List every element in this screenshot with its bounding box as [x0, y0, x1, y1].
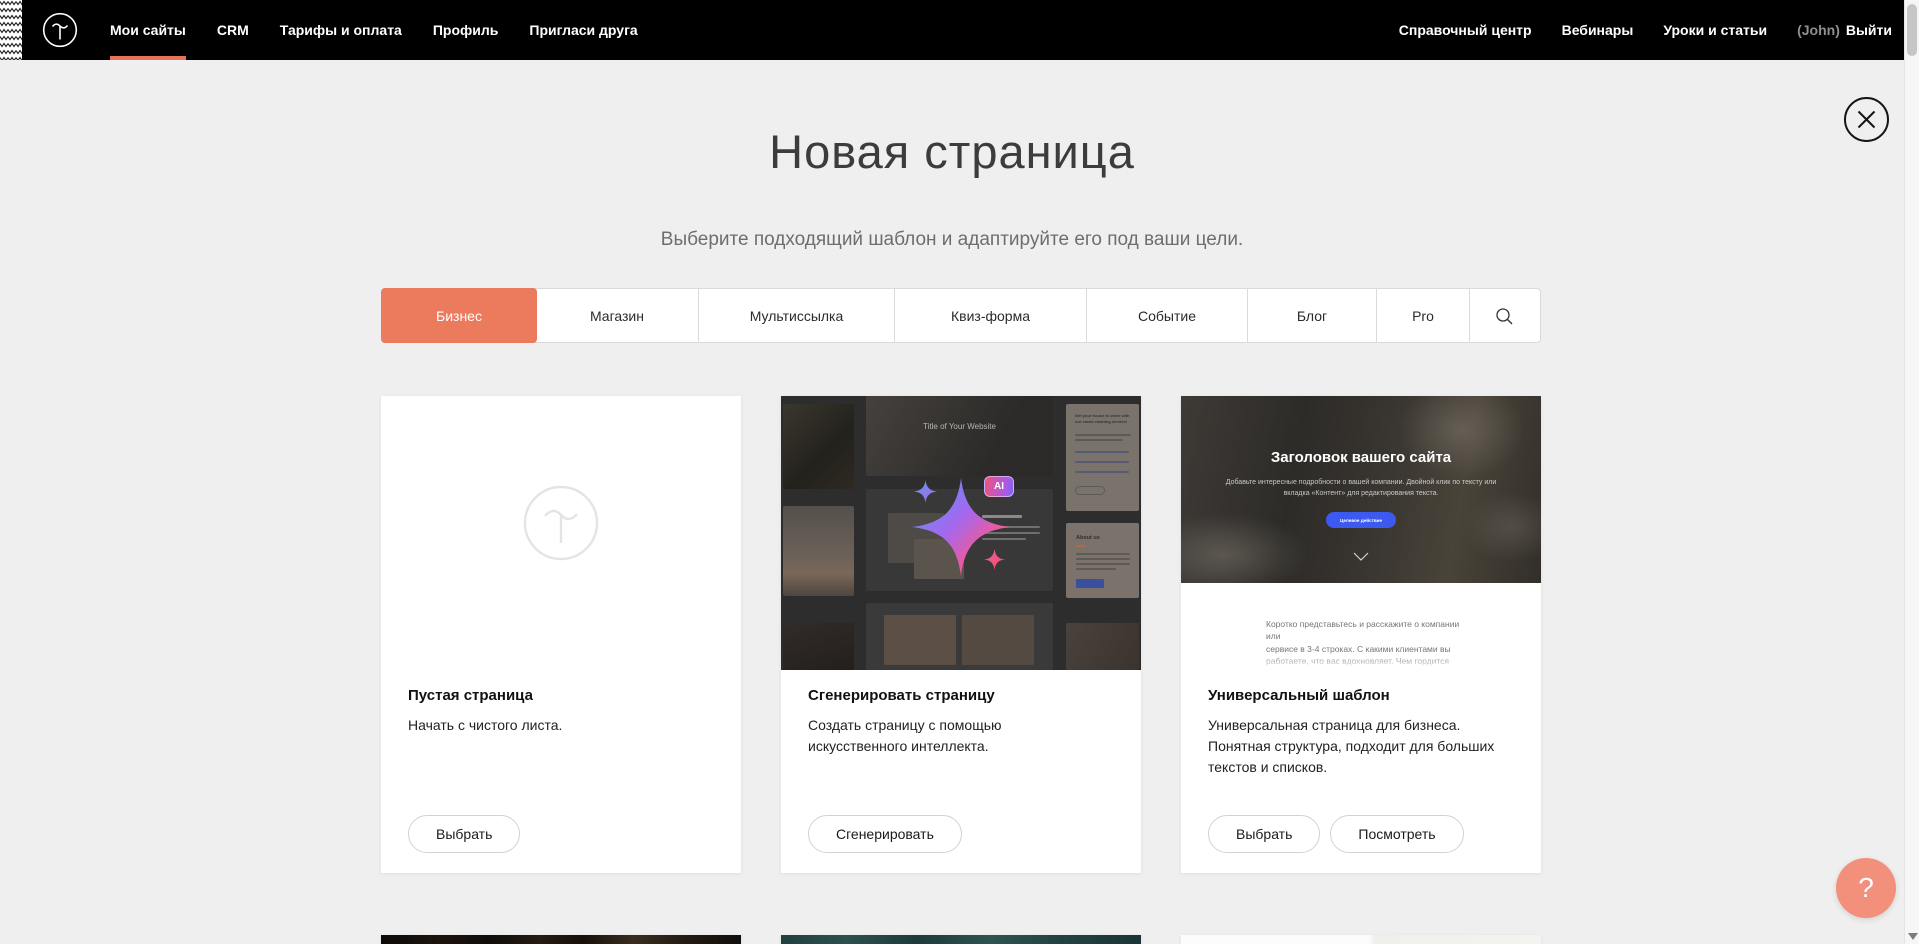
template-hero-image: Заголовок вашего сайта Добавьте интересн… [1181, 396, 1541, 583]
template-card-partial[interactable] [1181, 935, 1541, 944]
tab-search[interactable] [1469, 289, 1538, 342]
mosaic-tile [783, 404, 854, 489]
nav-item-invite-friend[interactable]: Пригласи друга [529, 0, 637, 60]
mosaic-tile-about: About us [1066, 523, 1139, 598]
top-navigation-bar: Мои сайты CRM Тарифы и оплата Профиль Пр… [0, 0, 1904, 60]
nav-item-lessons[interactable]: Уроки и статьи [1663, 0, 1767, 60]
tab-multilink[interactable]: Мультиссылка [698, 289, 894, 342]
preview-button[interactable]: Посмотреть [1330, 815, 1463, 853]
template-card-generate: Title of Your Website Get your house in … [781, 396, 1141, 873]
template-card-universal: Заголовок вашего сайта Добавьте интересн… [1181, 396, 1541, 873]
help-button[interactable]: ? [1836, 858, 1896, 918]
template-card-partial[interactable] [781, 935, 1141, 944]
card-description: Создать страницу с помощью искусственног… [808, 715, 1114, 757]
template-hero-title: Заголовок вашего сайта [1181, 449, 1541, 466]
card-description: Универсальная страница для бизнеса. Поня… [1208, 715, 1514, 778]
ai-sparkle-small-icon [914, 480, 937, 503]
secondary-menu: Справочный центр Вебинары Уроки и статьи… [1399, 0, 1892, 60]
fade-overlay [1181, 654, 1541, 670]
tab-business[interactable]: Бизнес [381, 288, 537, 343]
card-title: Сгенерировать страницу [808, 687, 1114, 704]
generate-button[interactable]: Сгенерировать [808, 815, 962, 853]
nav-item-webinars[interactable]: Вебинары [1562, 0, 1634, 60]
scrollbar-thumb[interactable] [1907, 4, 1917, 56]
user-name: (John) [1797, 22, 1840, 38]
mosaic-tile [1066, 623, 1139, 670]
search-icon [1495, 307, 1513, 325]
card-title: Пустая страница [408, 687, 714, 704]
mosaic-tile [783, 623, 854, 670]
tab-shop[interactable]: Магазин [536, 289, 698, 342]
template-cta-button: Целевое действие [1326, 512, 1396, 528]
tab-pro[interactable]: Pro [1376, 289, 1469, 342]
card-description: Начать с чистого листа. [408, 715, 714, 736]
mosaic-hero-title: Title of Your Website [866, 422, 1053, 431]
card-title: Универсальный шаблон [1208, 687, 1514, 704]
mosaic-about-label: About us [1076, 535, 1100, 541]
tab-quiz-form[interactable]: Квиз-форма [894, 289, 1086, 342]
blank-preview [381, 396, 741, 670]
template-category-tabs: Бизнес Магазин Мультиссылка Квиз-форма С… [381, 288, 1541, 343]
template-hero-subtitle: Добавьте интересные подробности о вашей … [1211, 478, 1511, 500]
chevron-down-icon [1353, 552, 1369, 561]
template-card-blank: Пустая страница Начать с чистого листа. … [381, 396, 741, 873]
tab-event[interactable]: Событие [1086, 289, 1247, 342]
nav-item-pricing[interactable]: Тарифы и оплата [280, 0, 402, 60]
logout-label: Выйти [1846, 22, 1892, 38]
select-button[interactable]: Выбрать [408, 815, 520, 853]
nav-item-help-center[interactable]: Справочный центр [1399, 0, 1532, 60]
mosaic-tile [783, 506, 854, 596]
scrollbar-down-arrow-icon[interactable] [1908, 933, 1918, 940]
nav-item-profile[interactable]: Профиль [433, 0, 499, 60]
mosaic-tile-heading: Get your house in order with our smart c… [1075, 413, 1133, 424]
nav-item-my-sites[interactable]: Мои сайты [110, 0, 186, 60]
page-subtitle: Выберите подходящий шаблон и адаптируйте… [0, 229, 1904, 251]
nav-item-crm[interactable]: CRM [217, 0, 249, 60]
universal-preview: Заголовок вашего сайта Добавьте интересн… [1181, 396, 1541, 670]
logout-link[interactable]: (John) Выйти [1797, 0, 1892, 60]
tab-blog[interactable]: Блог [1247, 289, 1376, 342]
template-mosaic: Title of Your Website Get your house in … [781, 396, 1141, 670]
template-card-partial[interactable] [381, 935, 741, 944]
scrollbar[interactable] [1904, 0, 1919, 944]
ai-badge: AI [984, 476, 1014, 497]
mosaic-tile: Get your house in order with our smart c… [1066, 404, 1139, 511]
tilda-logo-icon[interactable] [42, 12, 78, 48]
main-menu: Мои сайты CRM Тарифы и оплата Профиль Пр… [110, 0, 638, 60]
squiggle-edge-decoration [0, 0, 22, 60]
mosaic-tile-hero: Title of Your Website [866, 396, 1053, 476]
tilda-watermark-icon [523, 485, 599, 561]
page-title: Новая страница [0, 124, 1904, 179]
mosaic-tile [866, 603, 1053, 670]
select-button[interactable]: Выбрать [1208, 815, 1320, 853]
ai-sparkle-small-icon [984, 549, 1005, 570]
ai-preview: Title of Your Website Get your house in … [781, 396, 1141, 670]
